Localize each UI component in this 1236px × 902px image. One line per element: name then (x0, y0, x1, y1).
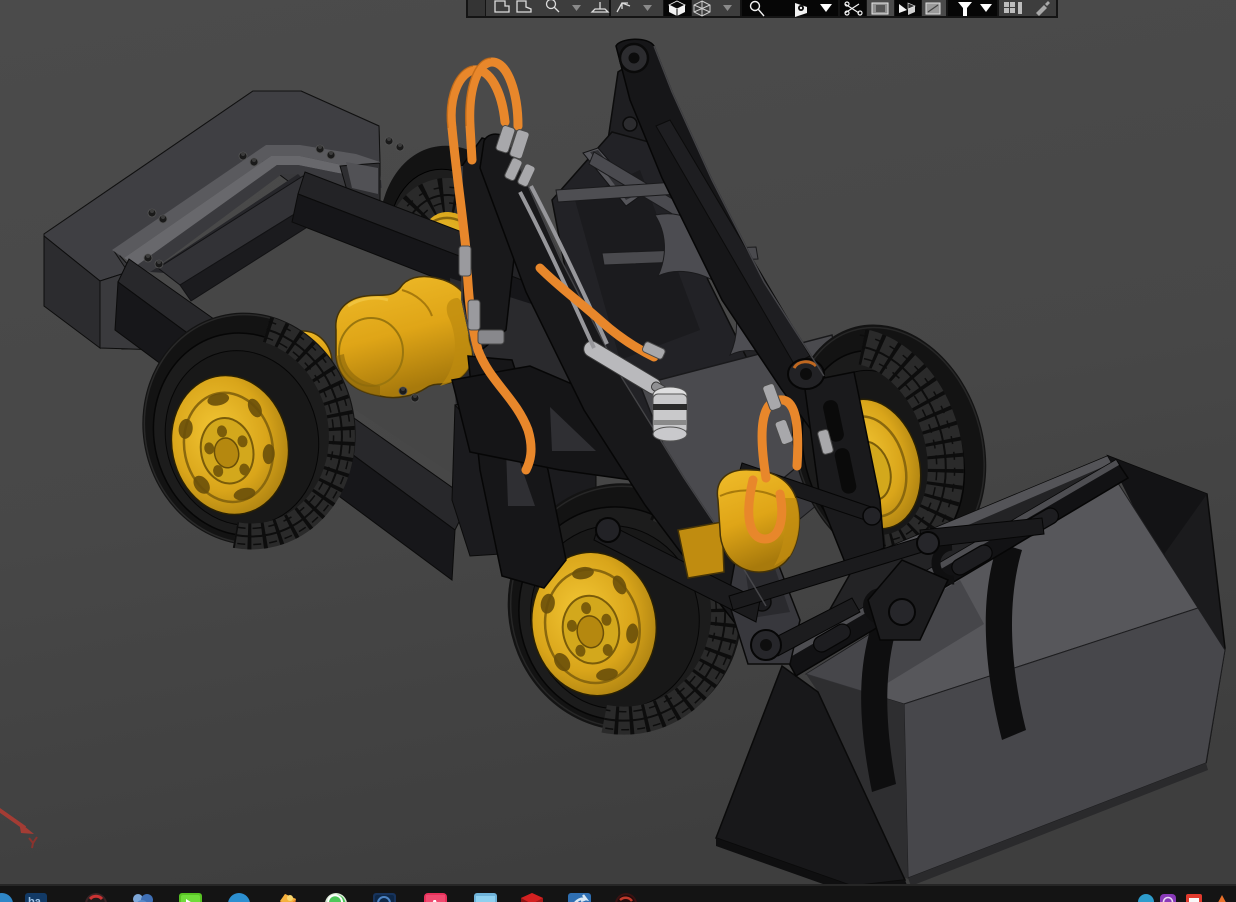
svg-text:A: A (430, 897, 440, 902)
svg-text:ba: ba (28, 896, 42, 902)
